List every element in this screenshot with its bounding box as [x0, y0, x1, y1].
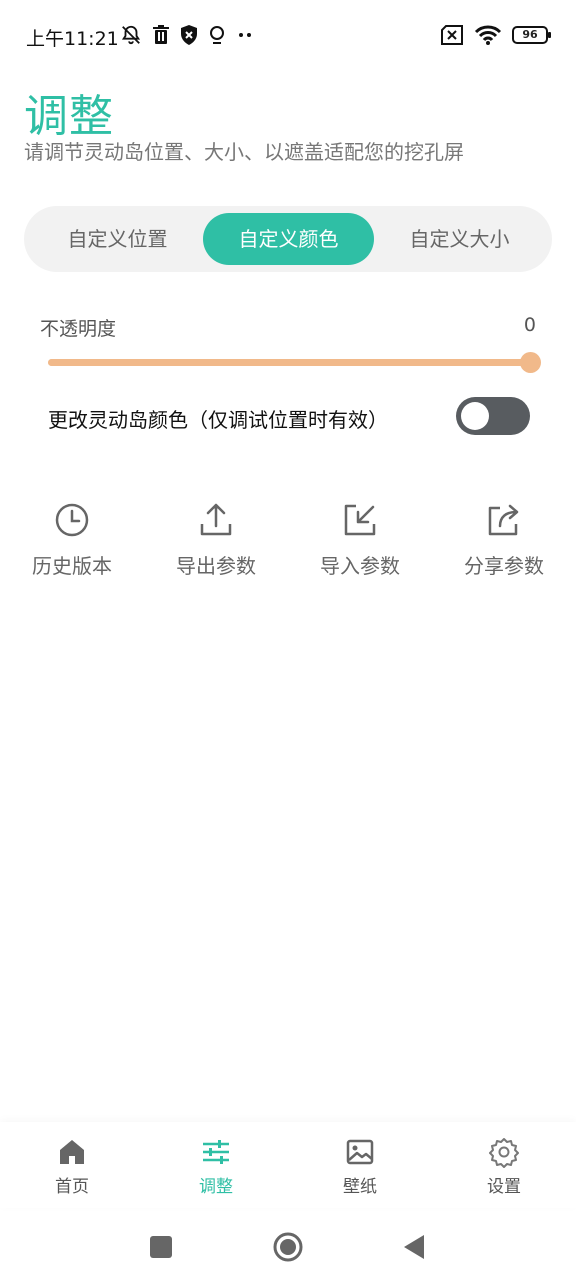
tab-custom-color[interactable]: 自定义颜色 — [203, 213, 374, 265]
back-button[interactable] — [398, 1230, 432, 1264]
shield-icon — [181, 25, 197, 45]
action-row: 历史版本 导出参数 导入参数 分享参数 — [0, 500, 576, 590]
tab-custom-size[interactable]: 自定义大小 — [374, 213, 545, 265]
share-icon — [488, 504, 519, 536]
page-subtitle: 请调节灵动岛位置、大小、以遮盖适配您的挖孔屏 — [24, 140, 464, 164]
color-toggle-switch[interactable] — [456, 397, 530, 435]
export-label: 导出参数 — [176, 554, 256, 578]
wifi-icon — [474, 25, 502, 45]
nav-label-home: 首页 — [55, 1177, 89, 1197]
bell-off-icon — [121, 25, 141, 45]
system-nav — [0, 1212, 576, 1280]
status-time: 上午11:21 — [26, 28, 119, 50]
share-button[interactable]: 分享参数 — [432, 500, 576, 590]
nav-label-wallpaper: 壁纸 — [343, 1177, 377, 1197]
export-button[interactable]: 导出参数 — [144, 500, 288, 590]
recents-button[interactable] — [144, 1230, 178, 1264]
sliders-icon — [203, 1140, 229, 1164]
bottom-nav: 首页 调整 壁纸 设置 — [0, 1122, 576, 1208]
upload-icon — [200, 503, 232, 536]
toggle-knob — [461, 402, 489, 430]
gear-icon — [489, 1138, 519, 1168]
slider-fill — [48, 359, 530, 366]
history-label: 历史版本 — [32, 554, 112, 578]
share-label: 分享参数 — [464, 554, 544, 578]
home-icon — [60, 1140, 84, 1164]
battery-indicator: 96 — [512, 26, 551, 44]
opacity-value: 0 — [523, 314, 536, 336]
color-toggle-label: 更改灵动岛颜色（仅调试位置时有效） — [48, 408, 388, 432]
image-icon — [346, 1139, 374, 1165]
tab-custom-position[interactable]: 自定义位置 — [32, 213, 203, 265]
import-label: 导入参数 — [320, 554, 400, 578]
history-button[interactable]: 历史版本 — [0, 500, 144, 590]
home-button[interactable] — [271, 1230, 305, 1264]
more-dots-icon — [239, 33, 251, 37]
opacity-label: 不透明度 — [40, 318, 117, 340]
nav-item-home[interactable]: 首页 — [0, 1136, 144, 1200]
nav-item-settings[interactable]: 设置 — [432, 1136, 576, 1200]
nav-label-settings: 设置 — [487, 1177, 521, 1197]
opacity-slider[interactable] — [48, 352, 541, 373]
sim-off-icon — [441, 25, 463, 45]
status-icons-left — [120, 24, 254, 46]
nav-item-adjust[interactable]: 调整 — [144, 1136, 288, 1200]
bulb-icon — [210, 26, 224, 44]
import-icon — [344, 504, 376, 536]
segmented-tabs: 自定义位置 自定义颜色 自定义大小 — [24, 206, 552, 272]
nav-label-adjust: 调整 — [199, 1177, 233, 1197]
import-button[interactable]: 导入参数 — [288, 500, 432, 590]
status-icons-right: 96 — [440, 24, 551, 46]
page-title: 调整 — [24, 91, 114, 142]
nav-item-wallpaper[interactable]: 壁纸 — [288, 1136, 432, 1200]
status-bar: 上午11:21 96 — [0, 0, 576, 72]
slider-thumb[interactable] — [520, 352, 541, 373]
trash-icon — [153, 25, 169, 44]
clock-icon — [55, 503, 89, 537]
